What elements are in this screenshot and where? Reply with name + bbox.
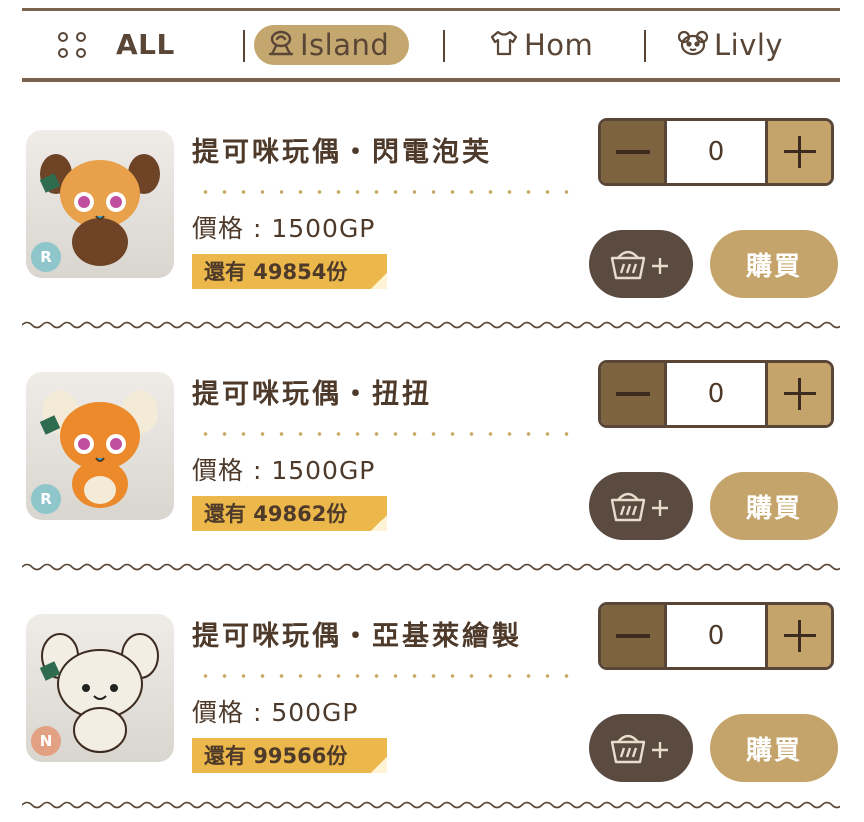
product-price: 價格 : 500GP (192, 698, 359, 727)
shirt-icon (488, 28, 520, 62)
quantity-stepper: 0 (598, 602, 834, 670)
island-icon (266, 28, 296, 62)
tab-divider (443, 30, 445, 62)
active-tab-pill: Island (254, 24, 410, 65)
rarity-badge: R (31, 484, 61, 514)
stock-tag: 還有 49862份 (192, 496, 387, 531)
product-price: 價格 : 1500GP (192, 214, 376, 243)
tab-livly[interactable]: Livly (676, 11, 783, 78)
add-to-cart-button[interactable] (589, 714, 693, 782)
increase-button[interactable] (765, 605, 831, 667)
product-name: 提可咪玩偶・扭扭 (192, 379, 432, 410)
product-thumbnail[interactable]: R (26, 130, 174, 278)
basket-plus-icon (610, 734, 668, 764)
tab-island[interactable]: Island (254, 11, 410, 78)
dotted-divider (196, 190, 576, 194)
stock-tag: 還有 99566份 (192, 738, 387, 773)
plus-icon (783, 378, 816, 410)
tab-all[interactable]: ALL (58, 11, 175, 78)
dotted-divider (196, 674, 576, 678)
tab-divider (644, 30, 646, 62)
rarity-badge: R (31, 242, 61, 272)
decrease-button[interactable] (601, 121, 667, 183)
add-to-cart-button[interactable] (589, 472, 693, 540)
product-row: N 提可咪玩偶・亞基萊繪製 價格 : 500GP 還有 99566份 0 購買 (0, 566, 864, 809)
tab-label: Island (300, 27, 390, 62)
decrease-button[interactable] (601, 605, 667, 667)
category-tab-bar: ALL Island Hom Livly (22, 8, 840, 82)
tab-divider (243, 30, 245, 62)
quantity-value[interactable]: 0 (667, 605, 765, 667)
minus-icon (615, 634, 650, 638)
product-name: 提可咪玩偶・亞基萊繪製 (192, 621, 522, 652)
livly-face-icon (676, 28, 710, 62)
quantity-value[interactable]: 0 (667, 363, 765, 425)
product-row: R 提可咪玩偶・閃電泡芙 價格 : 1500GP 還有 49854份 0 購買 (0, 82, 864, 329)
quantity-stepper: 0 (598, 360, 834, 428)
decrease-button[interactable] (601, 363, 667, 425)
buy-button[interactable]: 購買 (710, 714, 838, 782)
tab-label: Hom (524, 27, 594, 62)
product-name: 提可咪玩偶・閃電泡芙 (192, 137, 492, 168)
quantity-value[interactable]: 0 (667, 121, 765, 183)
minus-icon (615, 392, 650, 396)
quantity-stepper: 0 (598, 118, 834, 186)
rarity-badge: N (31, 726, 61, 756)
increase-button[interactable] (765, 363, 831, 425)
stock-tag: 還有 49854份 (192, 254, 387, 289)
add-to-cart-button[interactable] (589, 230, 693, 298)
basket-plus-icon (610, 250, 668, 280)
buy-button[interactable]: 購買 (710, 472, 838, 540)
product-row: R 提可咪玩偶・扭扭 價格 : 1500GP 還有 49862份 0 購買 (0, 324, 864, 571)
minus-icon (615, 150, 650, 154)
product-thumbnail[interactable]: R (26, 372, 174, 520)
tab-label: Livly (714, 27, 784, 62)
increase-button[interactable] (765, 121, 831, 183)
plus-icon (783, 136, 816, 168)
tab-label: ALL (116, 28, 175, 61)
wavy-divider (22, 801, 840, 809)
basket-plus-icon (610, 492, 668, 522)
tab-hom[interactable]: Hom (488, 11, 593, 78)
plus-icon (783, 620, 816, 652)
product-thumbnail[interactable]: N (26, 614, 174, 762)
product-price: 價格 : 1500GP (192, 456, 376, 485)
grid-dots-icon (58, 31, 86, 58)
buy-button[interactable]: 購買 (710, 230, 838, 298)
dotted-divider (196, 432, 576, 436)
